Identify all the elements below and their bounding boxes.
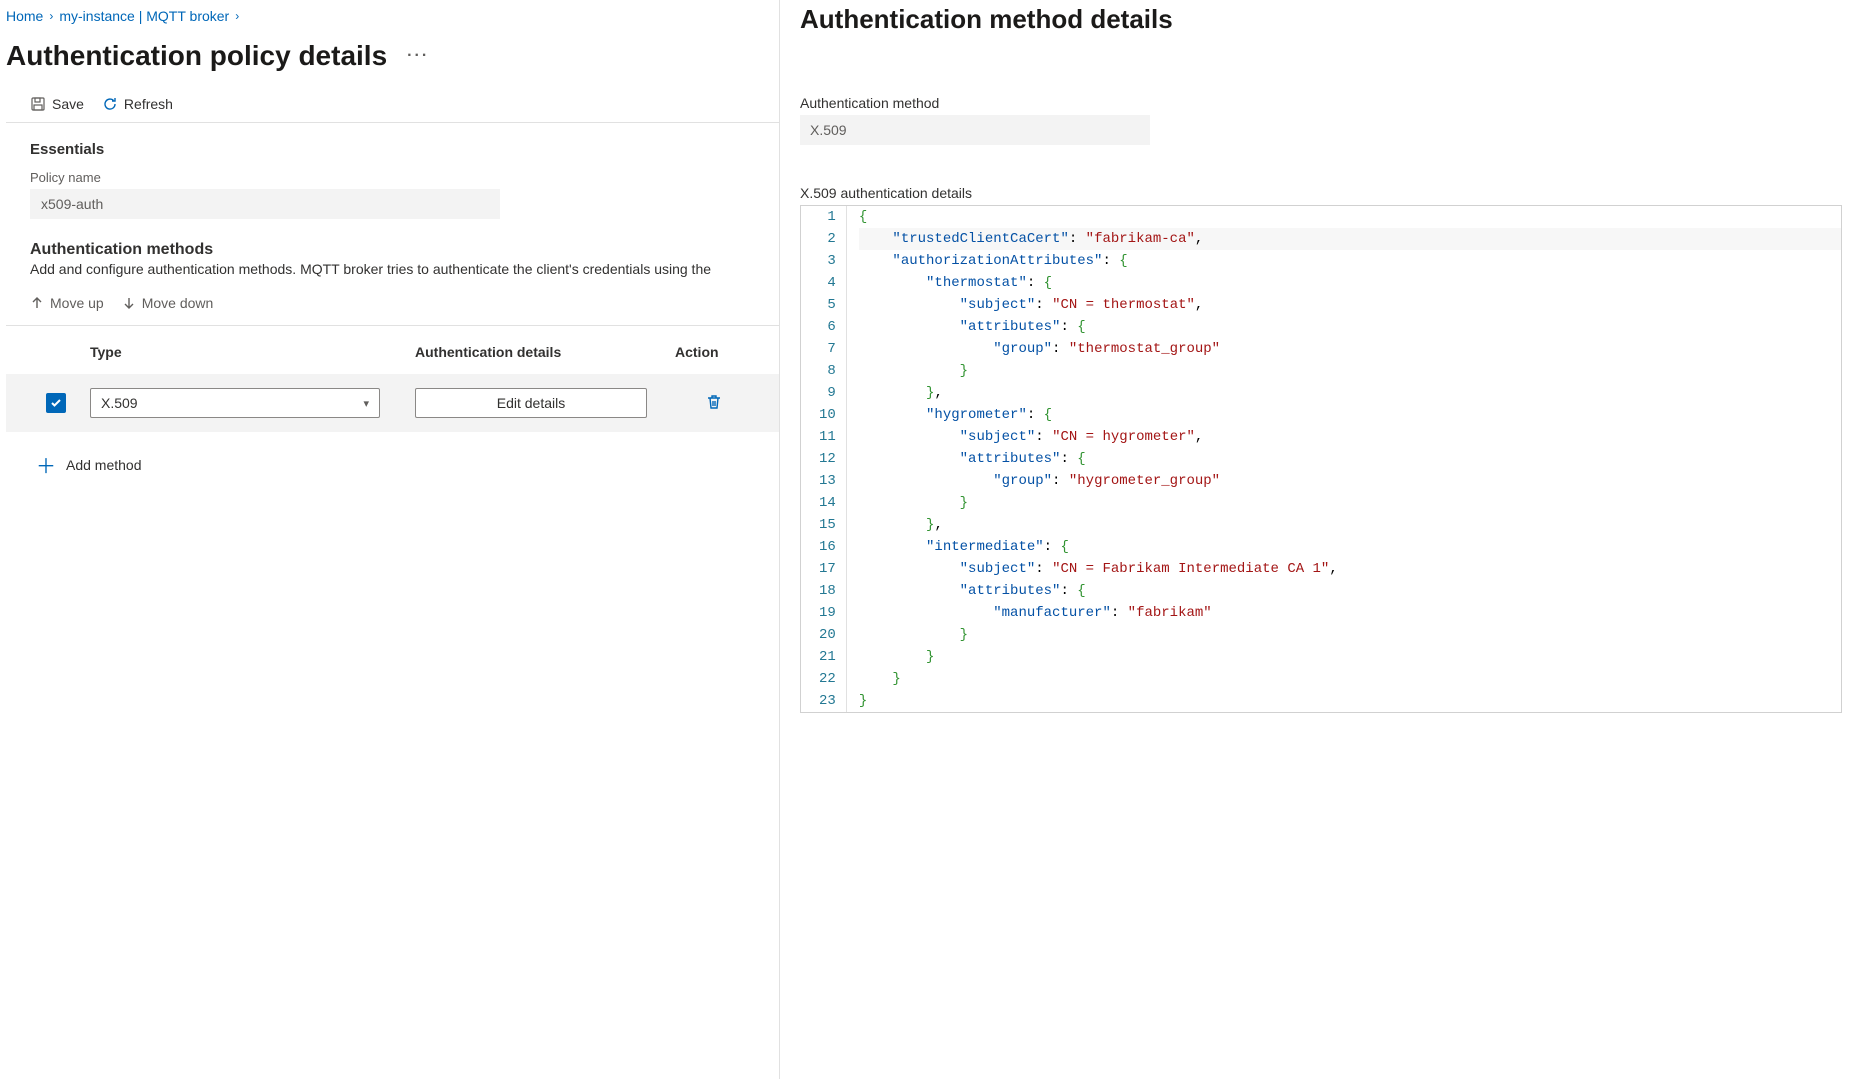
refresh-button[interactable]: Refresh — [102, 96, 173, 112]
save-button[interactable]: Save — [30, 96, 84, 112]
delete-button[interactable] — [675, 399, 723, 414]
chevron-down-icon: ▾ — [363, 397, 369, 410]
code-editor[interactable]: 1234567891011121314151617181920212223 { … — [800, 205, 1842, 713]
code-content[interactable]: { "trustedClientCaCert": "fabrikam-ca", … — [847, 206, 1841, 712]
add-method-label: Add method — [66, 457, 142, 473]
trash-icon — [705, 393, 723, 411]
move-down-label: Move down — [142, 295, 214, 311]
refresh-label: Refresh — [124, 96, 173, 112]
breadcrumb-home[interactable]: Home — [6, 8, 43, 24]
arrow-up-icon — [30, 296, 44, 310]
policy-name-label: Policy name — [30, 170, 755, 185]
save-label: Save — [52, 96, 84, 112]
save-icon — [30, 96, 46, 112]
methods-table-header: Type Authentication details Action — [6, 326, 779, 374]
row-checkbox[interactable] — [46, 393, 66, 413]
move-bar: Move up Move down — [6, 277, 779, 326]
x509-details-label: X.509 authentication details — [800, 185, 1842, 201]
check-icon — [50, 397, 62, 409]
col-action-header: Action — [675, 344, 779, 360]
policy-name-value: x509-auth — [30, 189, 500, 219]
page-title: Authentication policy details ··· — [6, 40, 779, 72]
type-dropdown[interactable]: X.509 ▾ — [90, 388, 380, 418]
col-type-header: Type — [90, 344, 415, 360]
edit-details-button[interactable]: Edit details — [415, 388, 647, 418]
toolbar: Save Refresh — [6, 72, 779, 123]
chevron-right-icon: › — [235, 9, 239, 23]
right-panel-title: Authentication method details — [800, 4, 1842, 35]
add-method-button[interactable]: ＋ Add method — [6, 432, 779, 479]
code-gutter: 1234567891011121314151617181920212223 — [801, 206, 847, 712]
auth-method-label: Authentication method — [800, 95, 1842, 111]
move-up-label: Move up — [50, 295, 104, 311]
chevron-right-icon: › — [49, 9, 53, 23]
col-details-header: Authentication details — [415, 344, 675, 360]
right-panel: Authentication method details Authentica… — [780, 0, 1868, 1079]
method-row: X.509 ▾ Edit details — [6, 374, 779, 432]
breadcrumb-instance[interactable]: my-instance | MQTT broker — [59, 8, 229, 24]
plus-icon: ＋ — [36, 450, 56, 479]
move-up-button[interactable]: Move up — [30, 295, 104, 311]
move-down-button[interactable]: Move down — [122, 295, 214, 311]
methods-title: Authentication methods — [30, 241, 755, 259]
breadcrumb: Home › my-instance | MQTT broker › — [6, 4, 779, 32]
type-dropdown-value: X.509 — [101, 395, 138, 411]
page-title-text: Authentication policy details — [6, 40, 387, 72]
arrow-down-icon — [122, 296, 136, 310]
more-actions-button[interactable]: ··· — [407, 47, 429, 65]
left-panel: Home › my-instance | MQTT broker › Authe… — [0, 0, 780, 1079]
auth-method-value: X.509 — [800, 115, 1150, 145]
essentials-title: Essentials — [30, 141, 755, 158]
methods-desc: Add and configure authentication methods… — [30, 261, 755, 277]
essentials-section: Essentials Policy name x509-auth Authent… — [6, 123, 779, 277]
refresh-icon — [102, 96, 118, 112]
